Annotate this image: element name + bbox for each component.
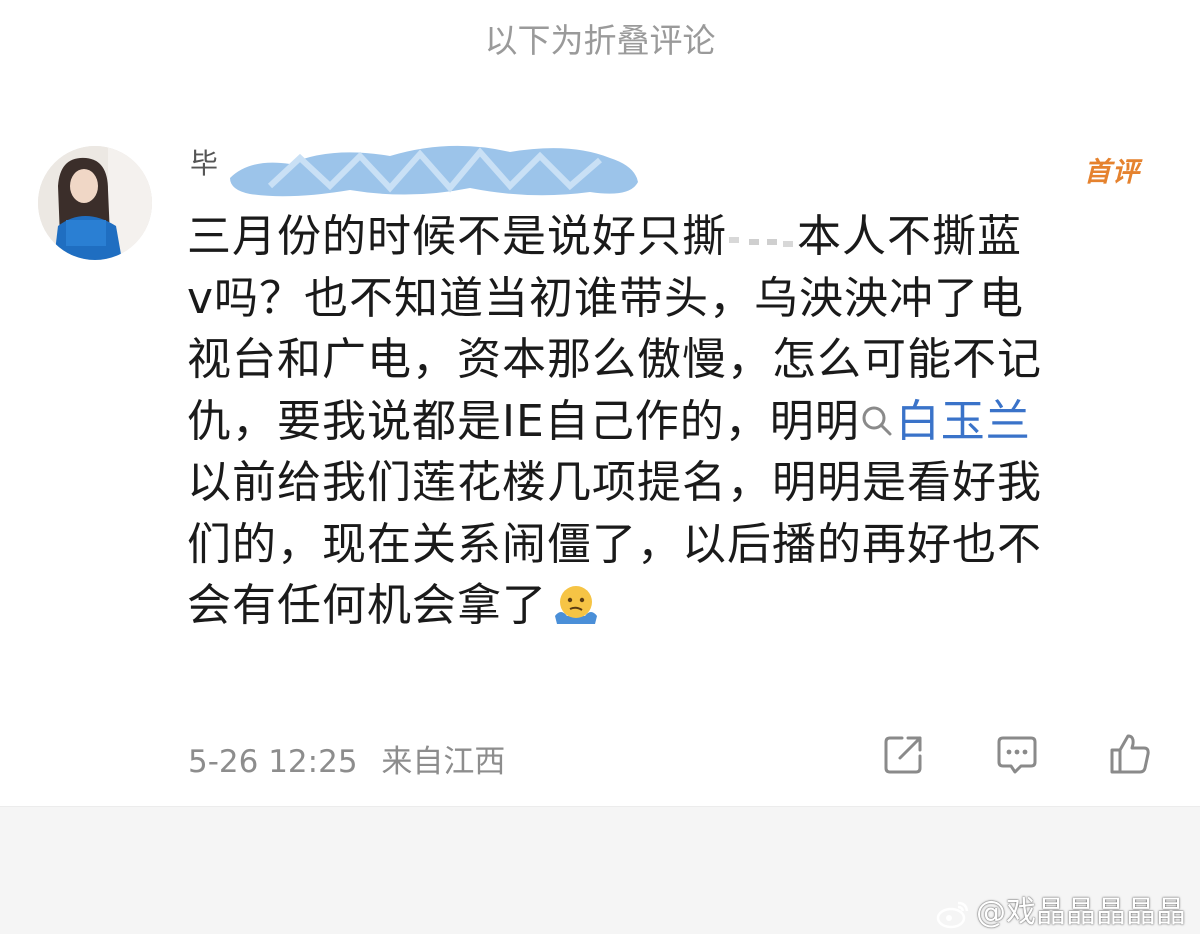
comment-location: 来自江西 (381, 744, 506, 780)
shrug-emoji-icon (555, 586, 597, 624)
bottom-empty-area: @戏晶晶晶晶晶 (0, 806, 1200, 934)
search-icon (862, 406, 892, 435)
redaction-mark (230, 145, 638, 197)
redaction-mark (729, 237, 793, 247)
share-button[interactable] (882, 732, 926, 776)
comment-card: 毕 首评 三月份的时候不是说好只撕 本人不撕蓝 v吗？也不知道当初谁带头，乌泱泱冲… (0, 0, 1200, 806)
first-comment-badge: 首评 (1084, 157, 1140, 188)
comment-line: 们的，现在关系闹僵了，以后播的再好也不 (187, 518, 1042, 570)
comment-line: v吗？也不知道当初谁带头，乌泱泱冲了电 (187, 272, 1025, 324)
weibo-logo-icon (936, 901, 969, 928)
comment-line: 会有任何机会拿了 (187, 575, 1172, 637)
avatar[interactable] (38, 146, 152, 260)
comment-icon (997, 736, 1037, 774)
comment-time: 5-26 12:25 (188, 744, 358, 780)
username-text: 毕 (190, 147, 219, 180)
share-icon (884, 736, 922, 774)
like-button[interactable] (1108, 732, 1152, 776)
comment-line: 视台和广电，资本那么傲慢，怎么可能不记 (187, 334, 1042, 385)
page: 以下为折叠评论 毕 首评 三月份的时候不是说好只撕 本人不撕蓝 v吗？也不知道当初… (0, 0, 1200, 934)
watermark-text: @戏晶晶晶晶晶 (976, 895, 1186, 930)
topic-link-bai-yu-lan[interactable]: 白玉兰 (860, 396, 1031, 447)
comment-line: 三月份的时候不是说好只撕 本人不撕蓝 (187, 211, 1022, 262)
thumbs-up-icon (1110, 734, 1150, 774)
comment-line: 仇，要我说都是IE自己作的，明明 白玉兰 (187, 395, 1031, 447)
comment-line: 以前给我们莲花楼几项提名，明明是看好我 (187, 457, 1042, 508)
comment-meta: 5-26 12:25 来自江西 (188, 736, 505, 781)
comment-text: 三月份的时候不是说好只撕 本人不撕蓝 v吗？也不知道当初谁带头，乌泱泱冲了电 视台… (187, 206, 1172, 637)
weibo-watermark: @戏晶晶晶晶晶 (936, 887, 1186, 931)
reply-button[interactable] (995, 732, 1039, 776)
